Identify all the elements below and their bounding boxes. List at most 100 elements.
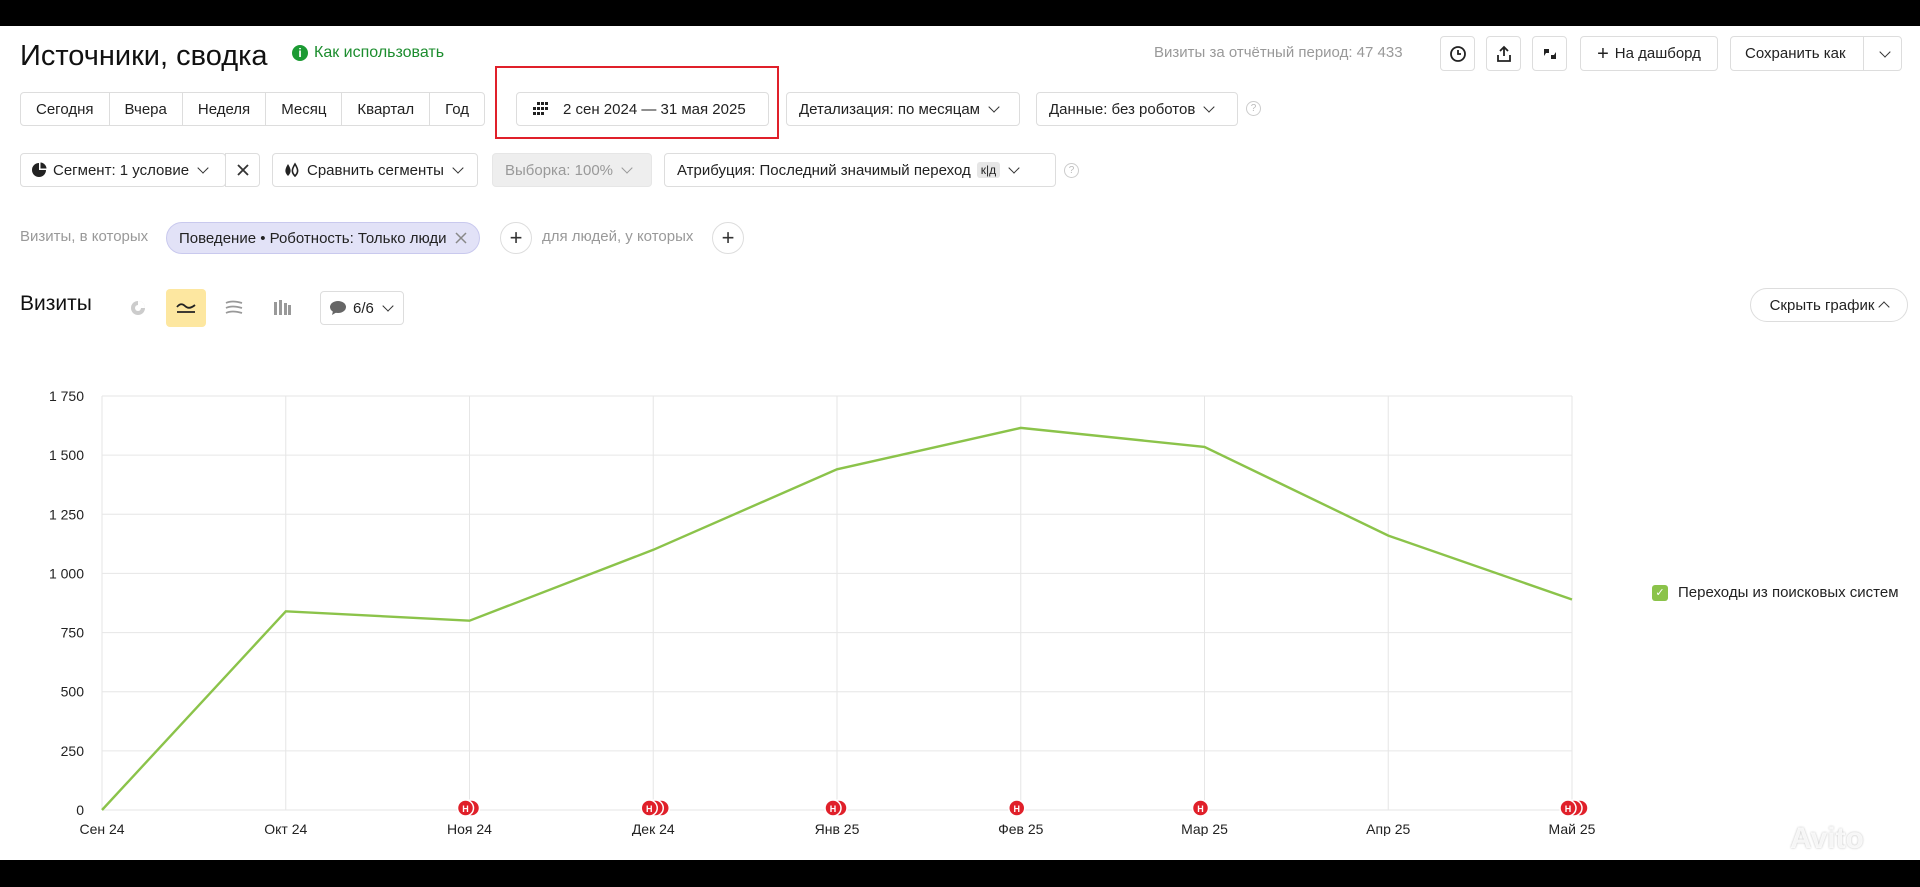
x-axis-ticks: Сен 24 Окт 24 Ноя 24 Дек 24 Янв 25 Фев 25 Мар … — [79, 821, 1595, 836]
chart-title: Визиты — [20, 292, 92, 315]
howto-label: Как использовать — [314, 44, 445, 61]
chip-label: Поведение • Роботность: Только люди — [179, 229, 447, 247]
add-visit-filter-button[interactable]: + — [500, 222, 532, 254]
x-tick-label: Янв 25 — [815, 821, 860, 836]
event-marker[interactable]: H — [1191, 799, 1210, 817]
pie-chart-toggle[interactable] — [118, 289, 158, 327]
y-tick-label: 750 — [61, 625, 85, 641]
howto-link[interactable]: i Как использовать — [292, 44, 444, 62]
save-as-dropdown[interactable] — [1863, 37, 1901, 70]
event-markers[interactable]: HHHHHH — [456, 799, 1589, 817]
bar-chart-toggle[interactable] — [262, 289, 302, 327]
segment-label: Сегмент: 1 условие — [53, 161, 190, 179]
close-icon[interactable] — [455, 232, 467, 244]
series-selector[interactable]: 6/6 — [320, 291, 404, 325]
period-week[interactable]: Неделя — [183, 93, 267, 125]
event-marker[interactable]: H — [1559, 799, 1589, 817]
visits-period-total: Визиты за отчётный период: 47 433 — [1154, 44, 1403, 61]
clear-segment-button[interactable] — [225, 153, 260, 187]
attribution-label: Атрибуция: Последний значимый переход — [677, 161, 971, 179]
chevron-up-icon — [1878, 301, 1891, 313]
chevron-down-icon — [382, 300, 394, 312]
x-tick-label: Апр 25 — [1366, 821, 1410, 836]
chevron-down-icon — [621, 162, 633, 174]
x-tick-label: Мар 25 — [1181, 821, 1228, 836]
event-marker[interactable]: H — [640, 799, 670, 817]
save-as-button[interactable]: Сохранить как — [1730, 36, 1902, 71]
top-black-bar — [0, 0, 1920, 26]
history-button[interactable] — [1440, 36, 1475, 71]
y-tick-label: 500 — [61, 684, 85, 700]
compare-label: Сравнить сегменты — [307, 161, 444, 179]
data-dropdown[interactable]: Данные: без роботов — [1036, 92, 1238, 126]
area-chart-icon — [225, 300, 243, 314]
period-yesterday[interactable]: Вчера — [110, 93, 183, 125]
watermark-logo: Avito — [1790, 822, 1864, 855]
x-tick-label: Окт 24 — [264, 821, 307, 836]
compare-drops-icon — [285, 162, 299, 178]
add-people-filter-button[interactable]: + — [712, 222, 744, 254]
clock-icon — [1449, 45, 1466, 62]
comment-icon — [330, 301, 346, 315]
pie-segment-icon — [32, 162, 47, 177]
period-today[interactable]: Сегодня — [21, 93, 110, 125]
period-month[interactable]: Месяц — [266, 93, 343, 125]
close-icon — [236, 164, 249, 176]
event-marker-label: H — [646, 804, 653, 814]
chart-legend[interactable]: ✓ Переходы из поисковых систем — [1652, 584, 1899, 601]
sample-label: Выборка: 100% — [505, 161, 613, 179]
link-icon — [1543, 48, 1556, 59]
area-chart-toggle[interactable] — [214, 289, 254, 327]
export-button[interactable] — [1486, 36, 1521, 71]
event-marker-label: H — [830, 804, 837, 814]
chevron-down-icon — [1203, 101, 1215, 113]
x-tick-label: Дек 24 — [632, 821, 675, 836]
event-marker[interactable]: H — [456, 799, 481, 817]
period-quarter[interactable]: Квартал — [342, 93, 431, 125]
legend-label: Переходы из поисковых систем — [1678, 584, 1899, 601]
data-label: Данные: без роботов — [1049, 100, 1196, 118]
hide-chart-button[interactable]: Скрыть график — [1750, 288, 1908, 322]
period-year[interactable]: Год — [430, 93, 484, 125]
share-button[interactable] — [1532, 36, 1567, 71]
bottom-black-bar — [0, 860, 1920, 887]
y-tick-label: 1 750 — [49, 388, 84, 404]
segment-dropdown[interactable]: Сегмент: 1 условие — [20, 153, 226, 187]
x-tick-label: Ноя 24 — [447, 821, 492, 836]
event-marker-label: H — [1014, 804, 1021, 814]
chart-grid — [101, 395, 1573, 811]
dashboard-label: На дашборд — [1614, 45, 1701, 62]
attribution-dropdown[interactable]: Атрибуция: Последний значимый переход к|… — [664, 153, 1056, 187]
y-axis-ticks: 0 250 500 750 1 000 1 250 1 500 1 750 — [49, 388, 84, 818]
help-icon[interactable]: ? — [1064, 163, 1079, 178]
chevron-down-icon — [1878, 45, 1891, 58]
period-selector: Сегодня Вчера Неделя Месяц Квартал Год — [20, 92, 486, 126]
report-page: Источники, сводка i Как использовать Виз… — [0, 26, 1920, 860]
event-marker-label: H — [462, 804, 469, 814]
compare-segments-dropdown[interactable]: Сравнить сегменты — [272, 153, 478, 187]
event-marker[interactable]: H — [1008, 799, 1026, 817]
y-tick-label: 0 — [76, 802, 84, 818]
detail-dropdown[interactable]: Детализация: по месяцам — [786, 92, 1020, 126]
highlight-frame — [495, 66, 779, 139]
detail-label: Детализация: по месяцам — [799, 100, 980, 118]
upload-icon — [1496, 45, 1511, 62]
y-tick-label: 1 250 — [49, 506, 84, 522]
event-marker[interactable]: H — [824, 799, 848, 817]
save-as-label: Сохранить как — [1745, 45, 1846, 62]
help-icon[interactable]: ? — [1246, 101, 1261, 116]
filter-people-label: для людей, у которых — [542, 228, 694, 245]
y-tick-label: 1 000 — [49, 565, 84, 581]
line-chart-icon — [176, 303, 196, 313]
visits-line-chart: 0 250 500 750 1 000 1 250 1 500 1 750 Сен 24 Окт… — [49, 388, 1596, 836]
behavior-filter-chip[interactable]: Поведение • Роботность: Только люди — [166, 222, 480, 254]
checkbox-icon[interactable]: ✓ — [1652, 584, 1668, 601]
bar-chart-icon — [274, 300, 291, 315]
line-chart-toggle[interactable] — [166, 289, 206, 327]
x-tick-label: Фев 25 — [998, 821, 1044, 836]
chevron-down-icon — [1008, 162, 1020, 174]
add-to-dashboard-button[interactable]: + На дашборд — [1580, 36, 1718, 71]
x-tick-label: Май 25 — [1549, 821, 1596, 836]
plus-icon: + — [1597, 42, 1609, 65]
x-tick-label: Сен 24 — [79, 821, 124, 836]
